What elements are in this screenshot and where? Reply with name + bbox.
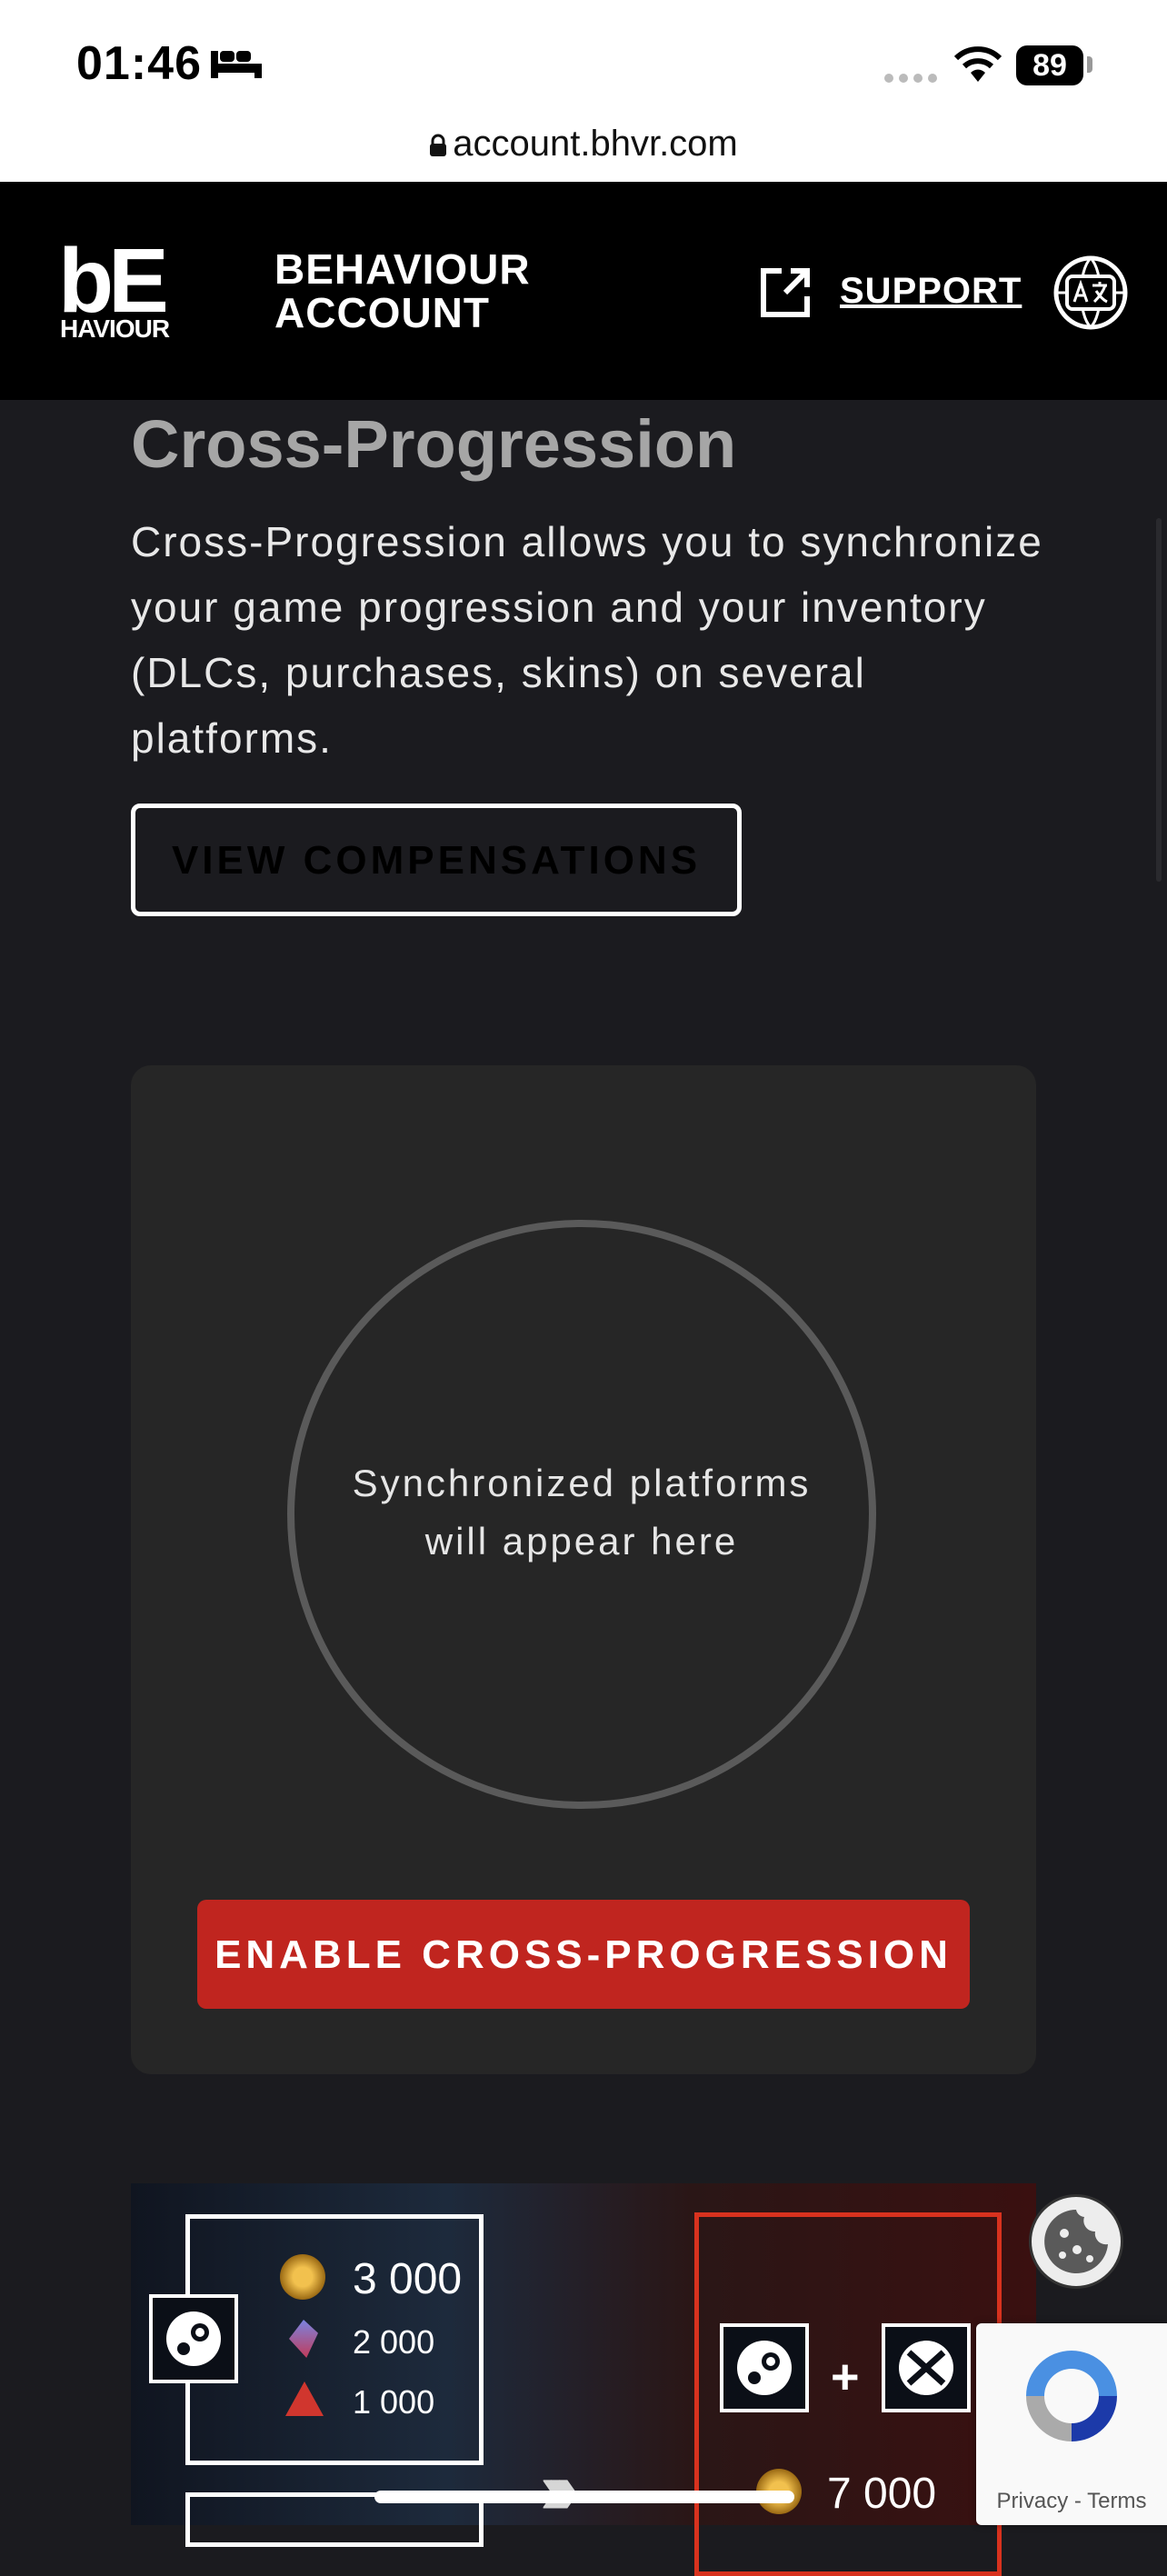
home-indicator[interactable] [374,2491,794,2503]
page-scrollbar[interactable] [1156,518,1162,882]
privacy-link[interactable]: Privacy [997,2489,1069,2513]
wifi-icon [953,46,1002,82]
language-icon[interactable] [1052,255,1129,331]
recaptcha-icon [1026,2351,1117,2441]
brand-title: BEHAVIOUR ACCOUNT [274,247,531,334]
enable-cross-progression-button[interactable]: ENABLE CROSS-PROGRESSION [197,1900,970,2009]
lock-icon [430,134,447,157]
address-bar[interactable]: account.bhvr.com [0,124,1167,165]
terms-link[interactable]: Terms [1087,2489,1146,2513]
platforms-placeholder-text: Synchronized platforms will appear here [287,1454,876,1571]
placeholder-line-2: will appear here [424,1520,739,1563]
cookie-settings-button[interactable] [1029,2194,1123,2289]
brand-line-2: ACCOUNT [274,289,490,336]
recaptcha-badge[interactable]: Privacy - Terms [976,2323,1167,2525]
transfer-arrows-icon: ››› [540,2448,580,2529]
left-amount-1: 3 000 [353,2255,463,2303]
status-time: 01:46 [76,37,202,90]
section-description: Cross-Progression allows you to synchron… [131,518,1043,762]
view-compensations-button[interactable]: VIEW COMPENSATIONS [131,804,742,916]
cellular-signal-icon [884,74,937,83]
support-link[interactable]: SUPPORT [840,271,1022,312]
steam-icon [720,2323,809,2412]
plus-sign: + [831,2350,860,2404]
left-amount-2: 2 000 [353,2323,435,2361]
logo-wordmark: HAVIOUR [60,315,170,343]
status-bar: 01:46 89 account.bhvr.com [0,0,1167,182]
section-title: Cross-Progression [131,406,737,482]
external-link-icon[interactable] [758,265,813,320]
url-text: account.bhvr.com [453,124,738,164]
battery-indicator: 89 [1016,45,1083,85]
behaviour-logo[interactable]: bE HAVIOUR [58,231,176,344]
left-amount-3: 1 000 [353,2383,435,2421]
steam-icon [149,2294,238,2383]
placeholder-line-1: Synchronized platforms [352,1462,812,1504]
recaptcha-links: Privacy - Terms [976,2489,1167,2514]
brand-line-1: BEHAVIOUR [274,245,531,293]
sleep-focus-icon [211,51,262,78]
right-amount: 7 000 [827,2470,937,2518]
link-separator: - [1068,2489,1088,2513]
battery-tip [1087,56,1092,73]
xbox-icon [882,2323,971,2412]
cookie-icon [1044,2210,1108,2273]
auric-cells-icon [280,2254,325,2300]
